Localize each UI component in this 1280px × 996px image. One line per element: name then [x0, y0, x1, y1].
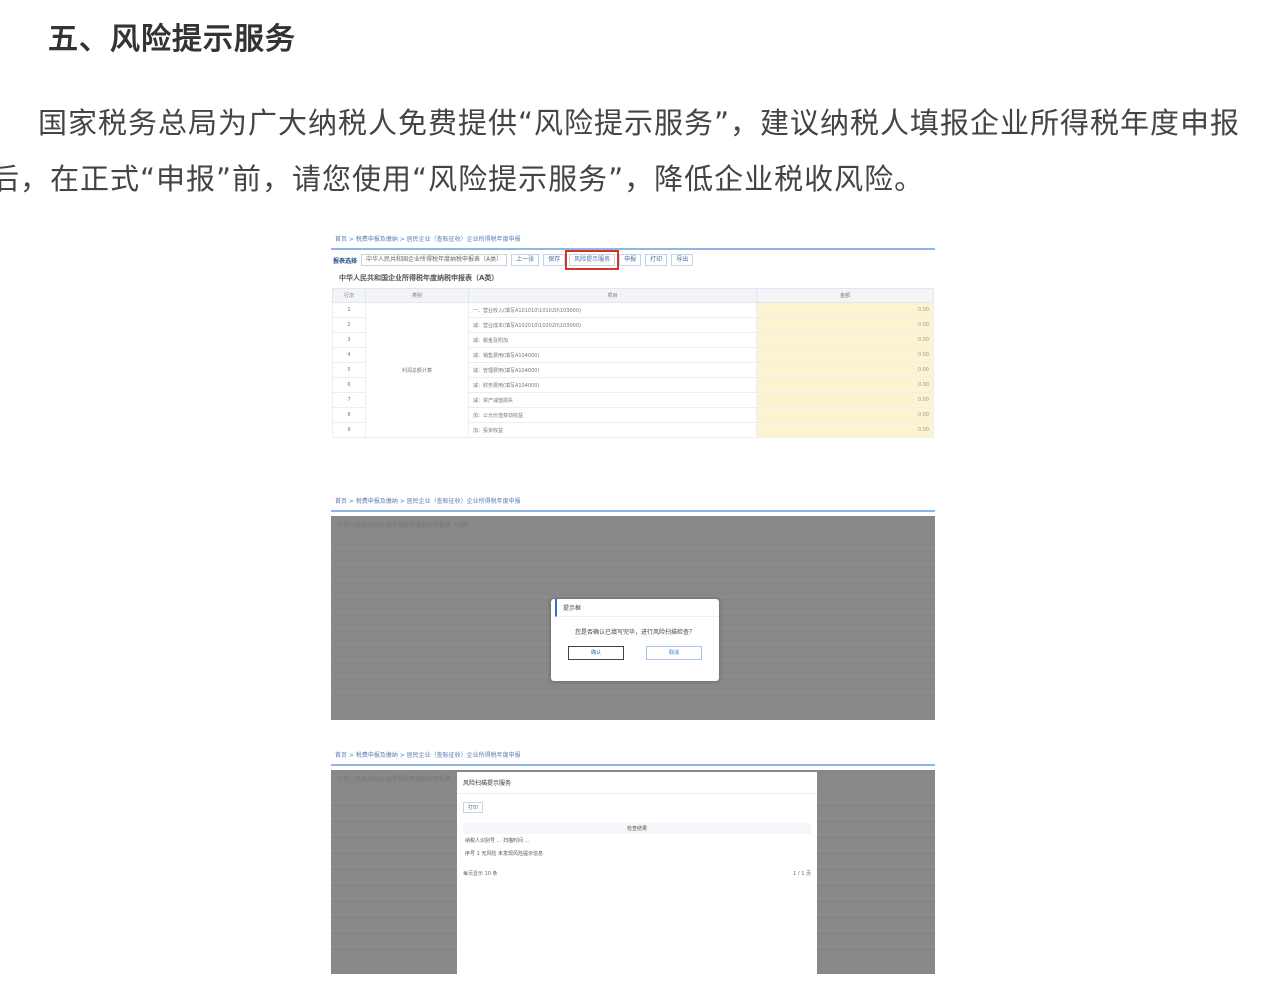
print-button[interactable]: 打印: [645, 254, 668, 266]
row-no: 3: [332, 332, 366, 348]
divider: [331, 764, 935, 766]
article-heading: 五、风险提示服务: [48, 22, 296, 57]
export-button[interactable]: 导出: [671, 254, 694, 266]
save-button[interactable]: 保存: [543, 254, 566, 266]
col-header-amount: 金额: [756, 288, 934, 303]
row-no: 4: [332, 347, 366, 363]
screenshot-confirm-dialog: 首页 > 税费申报及缴纳 > 居民企业（查账征收）企业所得税年度申报 中华人民共…: [331, 494, 935, 720]
row-item: 减：销售费用(填写A104000): [468, 347, 757, 363]
report-select-label: 报表选择: [333, 257, 358, 265]
row-item: 减：财务费用(填写A104000): [468, 377, 757, 393]
col-header-category: 类别: [365, 288, 469, 303]
row-item: 减：资产减值损失: [468, 392, 757, 408]
toolbar: 报表选择 中华人民共和国企业所得税年度纳税申报表（A类） 上一张 保存 风险提示…: [331, 250, 935, 270]
row-item: 减：管理费用(填写A104000): [468, 362, 757, 378]
result-row: 序号 1 无风险 未发现风险提示信息: [465, 851, 543, 857]
result-print-button[interactable]: 打印: [463, 802, 484, 813]
row-no: 1: [332, 302, 366, 318]
amount-input[interactable]: 0.00: [756, 332, 934, 348]
amount-input[interactable]: 0.00: [756, 362, 934, 378]
result-table: 检查结果 纳税人识别号 ... 扫描时间 ... 序号 1 无风险 未发现风险提…: [463, 823, 811, 860]
amount-input[interactable]: 0.00: [756, 377, 934, 393]
pager-pages[interactable]: 1 / 1 页: [793, 870, 811, 877]
screenshot-tax-form: 首页 > 税费申报及缴纳 > 居民企业（查账征收）企业所得税年度申报 报表选择 …: [331, 232, 935, 466]
row-no: 6: [332, 377, 366, 393]
article-paragraph: 国家税务总局为广大纳税人免费提供“风险提示服务”，建议纳税人填报企业所得税年度申…: [0, 95, 1280, 205]
row-no: 9: [332, 422, 366, 438]
row-category: 利润总额计算: [365, 302, 469, 438]
pager-size[interactable]: 每页显示 10 条: [463, 870, 498, 877]
amount-input[interactable]: 0.00: [756, 422, 934, 438]
declare-button[interactable]: 申报: [619, 254, 642, 266]
dialog-message: 您是否确认已填写完毕，进行风险扫描检查？: [574, 629, 695, 636]
col-header-no: 行次: [332, 288, 366, 303]
result-table-header: 检查结果: [463, 823, 811, 834]
col-header-item: 项目: [468, 288, 757, 303]
paragraph-text: 国家税务总局为广大纳税人免费提供“风险提示服务”，建议纳税人填报企业所得税年度申…: [0, 106, 1241, 196]
form-title: 中华人民共和国企业所得税年度纳税申报表（A类）: [339, 274, 499, 282]
result-row: 纳税人识别号 ... 扫描时间 ...: [465, 838, 530, 844]
screenshot-risk-result: 首页 > 税费申报及缴纳 > 居民企业（查账征收）企业所得税年度申报 中华人民共…: [331, 748, 935, 974]
confirm-dialog: 提示框 您是否确认已填写完毕，进行风险扫描检查？ 确认 取消: [551, 599, 719, 681]
row-no: 5: [332, 362, 366, 378]
risk-result-panel: 风险扫描提示服务 打印 检查结果 纳税人识别号 ... 扫描时间 ... 序号 …: [457, 772, 817, 974]
amount-input[interactable]: 0.00: [756, 392, 934, 408]
result-title: 风险扫描提示服务: [457, 772, 817, 794]
table-row: 1 利润总额计算 一、营业收入(填写A101010\101020\103000) 0.…: [332, 302, 934, 438]
breadcrumb: 首页 > 税费申报及缴纳 > 居民企业（查账征收）企业所得税年度申报: [335, 236, 521, 243]
amount-input[interactable]: 0.00: [756, 347, 934, 363]
amount-input[interactable]: 0.00: [756, 302, 934, 318]
breadcrumb: 首页 > 税费申报及缴纳 > 居民企业（查账征收）企业所得税年度申报: [335, 752, 521, 759]
form-title-dimmed: 中华人民共和国企业所得税年度纳税申报表（A类）: [337, 522, 474, 529]
amount-input[interactable]: 0.00: [756, 407, 934, 423]
row-item: 加：投资收益: [468, 422, 757, 438]
cancel-button[interactable]: 取消: [646, 646, 702, 660]
report-select[interactable]: 中华人民共和国企业所得税年度纳税申报表（A类）: [361, 254, 508, 266]
prev-button[interactable]: 上一张: [511, 254, 540, 266]
dialog-buttons: 确认 取消: [551, 646, 719, 660]
risk-service-button[interactable]: 风险提示服务: [565, 250, 620, 270]
amount-input[interactable]: 0.00: [756, 317, 934, 333]
row-item: 加：公允价值变动收益: [468, 407, 757, 423]
pager: 每页显示 10 条 1 / 1 页: [457, 866, 817, 881]
row-item: 一、营业收入(填写A101010\101020\103000): [468, 302, 757, 318]
dialog-title: 提示框: [555, 599, 719, 617]
row-item: 减：税金及附加: [468, 332, 757, 348]
divider: [331, 510, 935, 512]
row-no: 2: [332, 317, 366, 333]
declaration-table: 行次 类别 项目 金额 1 利润总额计算 一、营业收入(填写A101010\1010…: [332, 288, 934, 438]
breadcrumb: 首页 > 税费申报及缴纳 > 居民企业（查账征收）企业所得税年度申报: [335, 498, 521, 505]
confirm-button[interactable]: 确认: [568, 646, 624, 660]
row-item: 减：营业成本(填写A102010\102020\103000): [468, 317, 757, 333]
modal-overlay: 中华人民共和国企业所得税年度纳税申报表（A类） 提示框 您是否确认已填写完毕，进…: [331, 516, 935, 720]
row-no: 7: [332, 392, 366, 408]
row-no: 8: [332, 407, 366, 423]
